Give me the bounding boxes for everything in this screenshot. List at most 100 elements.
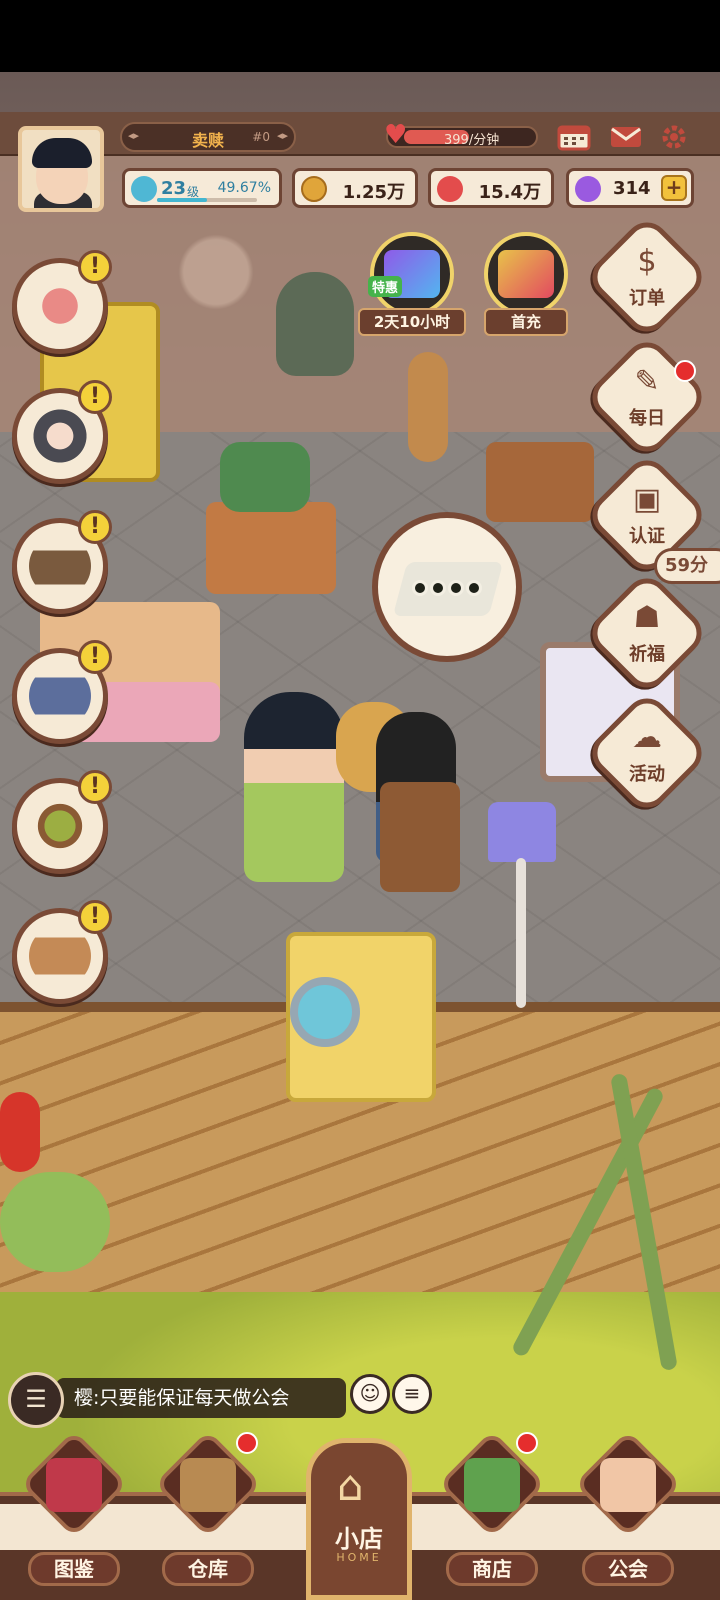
nav-collection-label: 图鉴 [28, 1552, 120, 1586]
emoji-button[interactable]: ☺ [350, 1374, 390, 1414]
gear-icon[interactable] [656, 122, 692, 152]
red-plant-prop[interactable] [0, 1092, 40, 1172]
shop-house-icon: ⌂ [337, 1461, 364, 1510]
coin-stat[interactable]: 1.25万 [292, 168, 418, 208]
coin-icon [301, 176, 327, 202]
add-gems-button[interactable]: + [661, 175, 687, 201]
chair-prop[interactable] [380, 782, 460, 892]
balloon-icon: ☁ [632, 720, 662, 755]
level-number: 23 [161, 178, 187, 199]
customer-order-bubble[interactable] [372, 512, 522, 662]
heart-value: 15.4万 [478, 182, 541, 203]
special-offer-timer: 2天10小时 [358, 308, 466, 336]
chat-bubble-icon[interactable]: ☰ [8, 1372, 64, 1428]
player-title-pill[interactable]: ◂▸ 卖赎 #0 ◂▸ [120, 122, 296, 152]
first-recharge-label: 首充 [484, 308, 568, 336]
certification-label: 认证 [629, 526, 665, 547]
daily-label: 每日 [629, 408, 665, 429]
coin-value: 1.25万 [342, 182, 405, 203]
book-icon [46, 1458, 102, 1512]
phone-table-prop[interactable] [206, 502, 336, 594]
lamp-stand-prop[interactable] [516, 858, 526, 1008]
id-card-icon: ▣ [632, 482, 662, 517]
heart-icon: ♥ [384, 120, 408, 150]
quest-alert-icon: ! [78, 770, 112, 804]
chat-open-button[interactable]: ≡ [392, 1374, 432, 1414]
heart-currency-icon [437, 176, 463, 202]
events-button[interactable]: ☁ 活动 [583, 689, 711, 817]
nav-home-label: 小店 [335, 1525, 383, 1553]
gem-value: 314 [613, 178, 651, 199]
store-notification-dot [516, 1432, 538, 1454]
character-portrait-icon [29, 405, 91, 467]
nav-home-shop[interactable]: ⌂ 小店 HOME [306, 1438, 412, 1600]
certification-timer: 59分 [654, 548, 720, 584]
cabinet-icon [29, 925, 91, 987]
sushi-roll-icon [412, 580, 428, 596]
box-icon [180, 1458, 236, 1512]
level-progress-bar [157, 198, 257, 202]
chef-character[interactable] [244, 692, 344, 882]
store-building-icon [464, 1458, 520, 1512]
books-table-prop[interactable] [486, 442, 594, 522]
warehouse-notification-dot [236, 1432, 258, 1454]
status-bar [0, 0, 720, 72]
nav-store-label: 商店 [446, 1552, 538, 1586]
special-offer-tag: 特惠 [368, 276, 403, 297]
blessing-label: 祈福 [629, 644, 665, 665]
television-icon [29, 535, 91, 597]
telephone-prop[interactable] [220, 442, 310, 512]
player-title-rank: #0 [252, 130, 270, 144]
sushi-roll-icon [448, 580, 464, 596]
avatar-hair [32, 138, 92, 168]
nav-guild[interactable]: 公会 [568, 1430, 688, 1590]
nav-store[interactable]: 商店 [432, 1430, 552, 1590]
sushi-roll-icon [466, 580, 482, 596]
orders-label: 订单 [629, 288, 665, 309]
sushi-roll-icon [430, 580, 446, 596]
quest-alert-icon: ! [78, 900, 112, 934]
order-book-icon: $ [637, 244, 657, 279]
level-stat[interactable]: 23 级 49.67% [122, 168, 282, 208]
orders-button[interactable]: $ 订单 [583, 213, 711, 341]
chat-message-text: 樱:只要能保证每天做公会 [74, 1387, 290, 1409]
level-progress-fill [157, 198, 207, 202]
daily-notification-dot [674, 360, 696, 382]
guild-couple-icon [600, 1458, 656, 1512]
nav-warehouse-label: 仓库 [162, 1552, 254, 1586]
gem-stat[interactable]: 314 + [566, 168, 694, 208]
lamp-prop[interactable] [488, 802, 556, 862]
calendar-icon[interactable] [556, 122, 592, 152]
treasure-basket-icon [498, 250, 554, 298]
nav-warehouse[interactable]: 仓库 [148, 1430, 268, 1590]
heart-stat[interactable]: 15.4万 [428, 168, 554, 208]
chat-message-bar[interactable]: 樱:只要能保证每天做公会 [56, 1378, 346, 1418]
blessing-button[interactable]: ☗ 祈福 [583, 569, 711, 697]
gem-icon [575, 176, 601, 202]
quest-alert-icon: ! [78, 250, 112, 284]
player-avatar[interactable] [18, 126, 104, 212]
quest-alert-icon: ! [78, 640, 112, 674]
washing-machine-door[interactable] [290, 977, 360, 1047]
title-right-arrow-icon: ◂▸ [276, 129, 288, 142]
level-progress-text: 49.67% [217, 180, 271, 196]
first-recharge-pack[interactable]: 首充 [478, 232, 574, 336]
events-label: 活动 [629, 764, 665, 785]
quest-alert-icon: ! [78, 510, 112, 544]
income-rate-text: 399/分钟 [444, 133, 500, 148]
mail-icon[interactable] [608, 122, 644, 152]
bush-prop[interactable] [0, 1172, 110, 1272]
nav-collection[interactable]: 图鉴 [14, 1430, 134, 1590]
nav-guild-label: 公会 [582, 1552, 674, 1586]
certification-button[interactable]: ▣ 认证 [583, 451, 711, 579]
star-level-icon [131, 176, 157, 202]
tree-icon [29, 795, 91, 857]
special-offer-pack[interactable]: 特惠 2天10小时 [358, 232, 466, 336]
squid-icon [29, 275, 91, 337]
jar-prop[interactable] [276, 272, 354, 376]
quest-alert-icon: ! [78, 380, 112, 414]
nav-home-sublabel: HOME [336, 1551, 382, 1564]
monk-icon: ☗ [633, 600, 661, 635]
machine-icon [29, 665, 91, 727]
guitar-prop[interactable] [408, 352, 448, 462]
